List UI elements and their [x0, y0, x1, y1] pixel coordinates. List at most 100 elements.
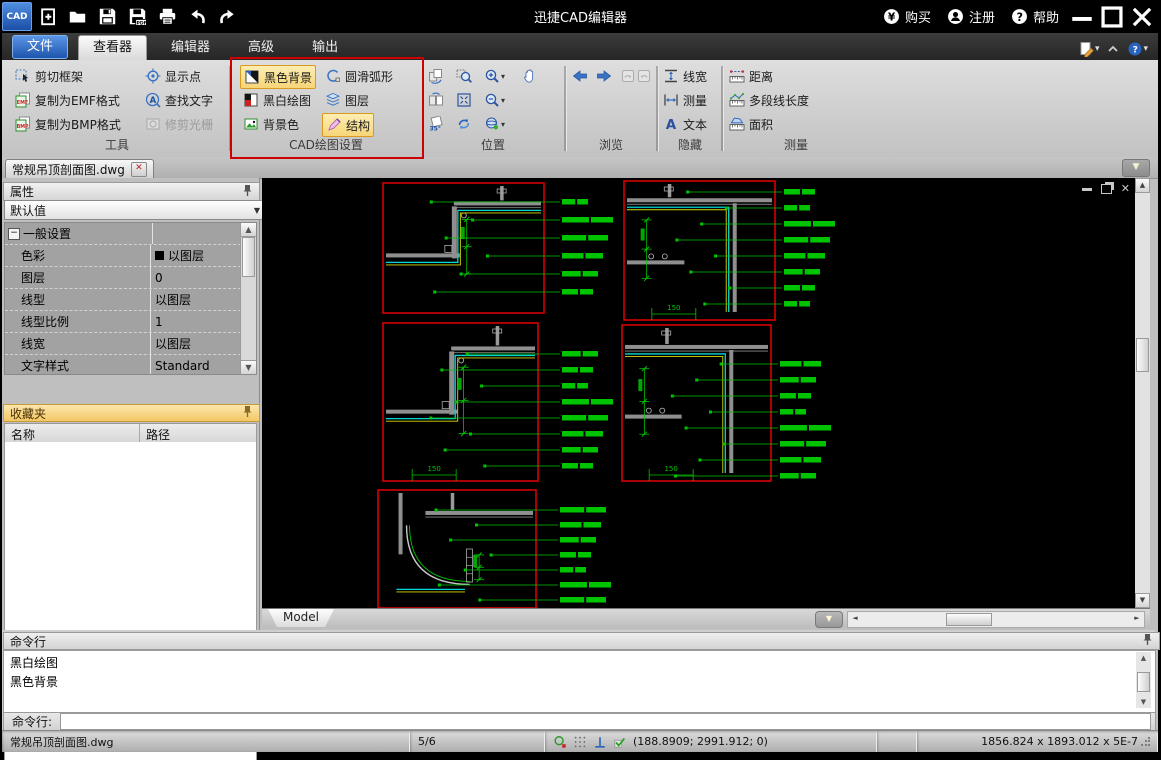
maximize-button[interactable]	[1099, 6, 1125, 28]
tab-advanced[interactable]: 高级	[234, 36, 288, 60]
measure-area-button[interactable]: 面积	[726, 113, 776, 135]
tab-editor[interactable]: 编辑器	[157, 36, 224, 60]
property-row[interactable]: 线宽以图层	[5, 333, 241, 355]
scrollbar-thumb[interactable]	[1137, 672, 1150, 692]
tab-file[interactable]: 文件	[12, 35, 68, 59]
mdi-close-icon[interactable]: ✕	[1121, 184, 1130, 194]
layers-button[interactable]: 图层	[322, 89, 372, 111]
model-tab[interactable]: Model	[268, 609, 334, 627]
close-button[interactable]	[1129, 6, 1155, 28]
collapse-ribbon-button[interactable]	[1105, 41, 1121, 57]
help-button[interactable]: ? 帮助	[1005, 7, 1065, 26]
zoom-in-button[interactable]: ▾	[482, 65, 507, 87]
scroll-up-icon[interactable]: ▲	[241, 223, 256, 237]
scroll-down-icon[interactable]: ▼	[241, 360, 256, 374]
register-button[interactable]: 注册	[941, 7, 1001, 26]
scroll-left-icon[interactable]: ◄	[848, 612, 862, 625]
tab-viewer[interactable]: 查看器	[78, 35, 147, 60]
buy-button[interactable]: ¥ 购买	[877, 7, 937, 26]
scroll-right-icon[interactable]: ►	[1130, 612, 1144, 625]
drawing-canvas[interactable]: 150150150 ✕ ▲ ▼	[262, 178, 1150, 608]
hide-measure-button[interactable]: 测量	[660, 89, 710, 111]
measure-polyline-button[interactable]: 多段线长度	[726, 89, 812, 111]
view-forward-button[interactable]	[594, 65, 614, 87]
pin-icon[interactable]	[242, 184, 253, 200]
property-row[interactable]: 图层0	[5, 267, 241, 289]
command-history[interactable]: 黑白绘图 黑色背景	[3, 650, 1156, 714]
fit-to-window-button[interactable]	[454, 89, 474, 111]
smooth-arc-button[interactable]: 圆滑弧形	[322, 65, 396, 87]
open-file-button[interactable]	[62, 4, 92, 30]
hide-linewidth-button[interactable]: 线宽	[660, 65, 710, 87]
hide-text-button[interactable]: A 文本	[660, 113, 710, 135]
document-close-icon[interactable]: ✕	[131, 162, 147, 177]
document-tab[interactable]: 常规吊顶剖面图.dwg ✕	[5, 159, 154, 178]
scrollbar-thumb[interactable]	[242, 237, 255, 277]
scroll-up-icon[interactable]: ▲	[1135, 178, 1150, 193]
cut-frame-button[interactable]: 剪切框架	[12, 65, 86, 87]
properties-preset-dropdown[interactable]: 默认值 ▼	[4, 200, 266, 220]
copy-bmp-button[interactable]: BMP 复制为BMP格式	[12, 113, 124, 135]
property-grid-scrollbar[interactable]: ▲ ▼	[240, 223, 256, 374]
ortho-icon[interactable]	[593, 735, 607, 749]
layout-list-chevron-button[interactable]: ▼	[815, 611, 843, 628]
zoom-out-button[interactable]: ▾	[482, 89, 507, 111]
find-text-button[interactable]: A 查找文字	[142, 89, 216, 111]
rotate-view-button[interactable]	[426, 65, 446, 87]
trim-raster-button[interactable]: 修剪光栅	[142, 113, 216, 135]
osnap-icon[interactable]	[613, 735, 627, 749]
command-input[interactable]	[60, 713, 1151, 730]
property-row[interactable]: 文字样式Standard	[5, 355, 241, 375]
property-group-header[interactable]: −一般设置	[5, 223, 241, 245]
structure-button[interactable]: 结构	[322, 113, 374, 137]
pin-icon[interactable]	[1142, 633, 1153, 649]
quick-edit-button[interactable]: ▾	[1079, 41, 1100, 57]
favorites-col-name[interactable]: 名称	[5, 424, 140, 443]
minimize-button[interactable]	[1069, 6, 1095, 28]
favorites-col-path[interactable]: 路径	[140, 424, 170, 443]
save-button[interactable]	[92, 4, 122, 30]
tab-output[interactable]: 输出	[298, 36, 352, 60]
pan-button[interactable]	[520, 65, 540, 87]
canvas-horizontal-scrollbar[interactable]: ◄ ►	[847, 611, 1145, 628]
find-text-icon: A	[145, 92, 161, 108]
pin-icon[interactable]	[242, 405, 253, 421]
property-row[interactable]: 线型比例1	[5, 311, 241, 333]
zoom-window-button[interactable]	[454, 65, 474, 87]
mdi-restore-icon[interactable]	[1101, 184, 1112, 194]
status-page-indicator: 5/6	[410, 731, 545, 752]
ribbon-help-button[interactable]: ? ▾	[1127, 41, 1148, 57]
resize-grip[interactable]	[1140, 737, 1150, 747]
grid-icon[interactable]	[573, 735, 587, 749]
background-color-button[interactable]: 背景色	[240, 113, 302, 135]
measure-distance-button[interactable]: 距离	[726, 65, 776, 87]
save-as-pdf-button[interactable]: PDF	[122, 4, 152, 30]
view-back-button[interactable]	[570, 65, 590, 87]
bw-drawing-button[interactable]: 黑白绘图	[240, 89, 314, 111]
scroll-down-icon[interactable]: ▼	[1136, 696, 1151, 708]
print-button[interactable]	[152, 4, 182, 30]
rotate-angle-button[interactable]: 35°	[426, 113, 446, 135]
scrollbar-thumb[interactable]	[1136, 338, 1149, 372]
canvas-vertical-scrollbar[interactable]: ▲ ▼	[1135, 178, 1150, 608]
scroll-up-icon[interactable]: ▲	[1136, 652, 1151, 664]
view-redo-button[interactable]	[634, 65, 654, 87]
property-row[interactable]: 色彩以图层	[5, 245, 241, 267]
show-point-button[interactable]: 显示点	[142, 65, 204, 87]
scroll-down-icon[interactable]: ▼	[1135, 593, 1150, 608]
redo-button[interactable]	[212, 4, 242, 30]
refresh-view-button[interactable]	[454, 113, 474, 135]
snap-marker-icon[interactable]	[553, 735, 567, 749]
tab-list-chevron-button[interactable]: ▼	[1122, 159, 1150, 177]
orbit-button[interactable]: ▾	[482, 113, 507, 135]
copy-emf-button[interactable]: EMF 复制为EMF格式	[12, 89, 123, 111]
property-row[interactable]: 线型以图层	[5, 289, 241, 311]
command-scrollbar[interactable]: ▲ ▼	[1136, 652, 1151, 708]
scrollbar-thumb[interactable]	[946, 613, 992, 626]
undo-button[interactable]	[182, 4, 212, 30]
flip-view-button[interactable]	[426, 89, 446, 111]
collapse-icon[interactable]: −	[8, 228, 20, 240]
mdi-minimize-icon[interactable]	[1082, 188, 1092, 191]
black-background-button[interactable]: 黑色背景	[240, 65, 316, 89]
new-file-button[interactable]	[32, 4, 62, 30]
